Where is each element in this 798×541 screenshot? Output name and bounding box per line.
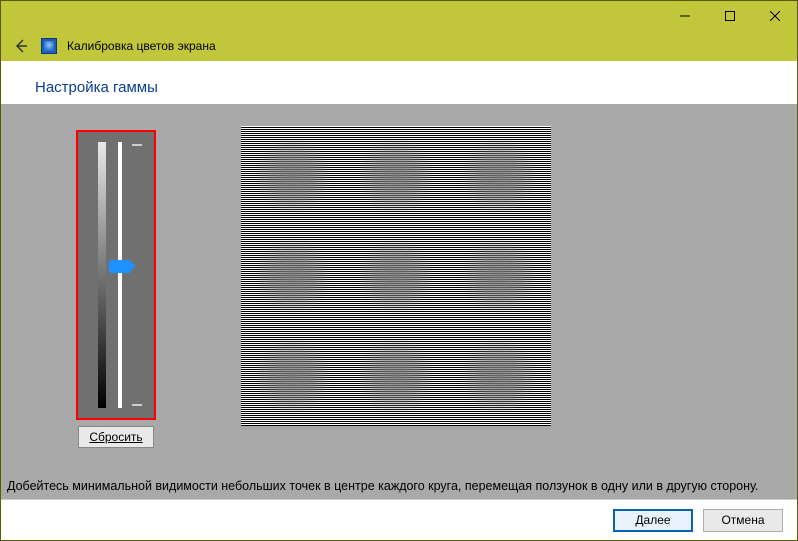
reset-button[interactable]: Сбросить <box>78 426 153 448</box>
slider-track <box>118 142 122 408</box>
reset-button-label: Сбросить <box>89 430 142 444</box>
gamma-dot <box>241 226 344 326</box>
heading-area: Настройка гаммы <box>1 61 797 104</box>
gamma-dot <box>448 326 551 426</box>
app-icon <box>41 38 57 54</box>
gamma-test-pattern <box>241 126 551 426</box>
cancel-button[interactable]: Отмена <box>703 509 783 532</box>
gamma-dot <box>448 126 551 226</box>
app-title: Калибровка цветов экрана <box>67 39 216 53</box>
content-area: Сбросить Добейтесь минимальной видимости… <box>1 104 797 499</box>
calibration-window: Калибровка цветов экрана Настройка гаммы… <box>0 0 798 541</box>
caption-buttons <box>662 1 797 31</box>
slider-thumb[interactable] <box>109 260 131 273</box>
gamma-dot <box>241 326 344 426</box>
gamma-dot <box>241 126 344 226</box>
slider-tick-max <box>132 144 142 146</box>
slider-tick-min <box>132 404 142 406</box>
instruction-text: Добейтесь минимальной видимости небольши… <box>1 479 797 493</box>
header-strip: Калибровка цветов экрана <box>1 31 797 61</box>
back-button[interactable] <box>11 36 31 56</box>
next-button[interactable]: Далее <box>613 509 693 532</box>
close-button[interactable] <box>752 1 797 31</box>
minimize-button[interactable] <box>662 1 707 31</box>
gamma-slider[interactable] <box>76 130 156 420</box>
gamma-dot <box>344 126 447 226</box>
footer: Далее Отмена <box>1 499 797 540</box>
gamma-dot <box>448 226 551 326</box>
gamma-dot <box>344 326 447 426</box>
page-heading: Настройка гаммы <box>35 79 763 96</box>
slider-gradient-track <box>98 142 106 408</box>
titlebar <box>1 1 797 31</box>
gamma-dot <box>344 226 447 326</box>
maximize-button[interactable] <box>707 1 752 31</box>
gamma-slider-group: Сбросить <box>71 130 161 448</box>
